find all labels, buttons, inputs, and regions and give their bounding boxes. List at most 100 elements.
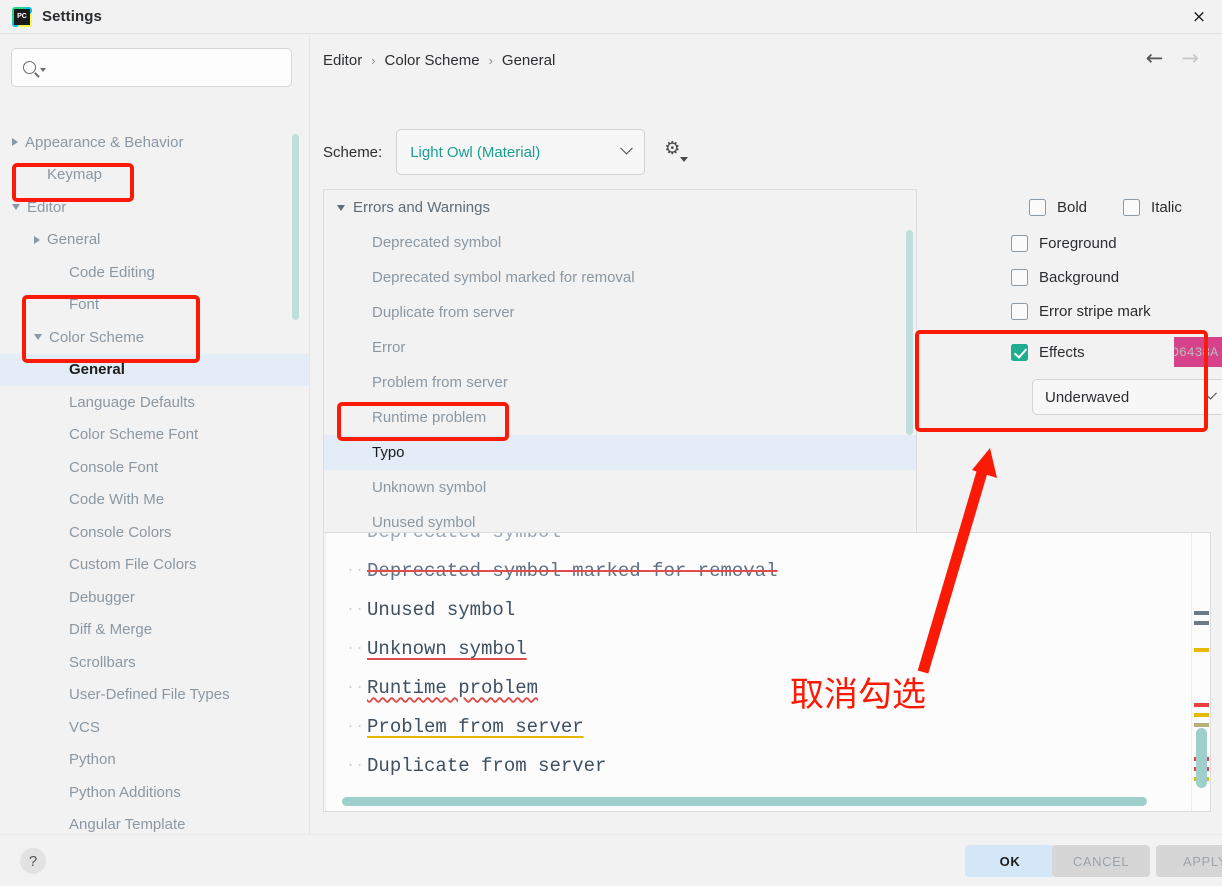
whitespace-dot-icon: ·· [346,562,365,579]
sidebar-item-color-scheme-font[interactable]: Color Scheme Font [0,419,309,452]
scheme-select[interactable]: Light Owl (Material) [396,129,646,175]
attribute-row[interactable]: Problem from server [324,365,916,400]
breadcrumb-item[interactable]: General [502,52,555,69]
search-input[interactable] [52,58,262,77]
error-stripe-marker[interactable] [1194,621,1209,625]
error-stripe-marker[interactable] [1194,713,1209,717]
attribute-row[interactable]: Unknown symbol [324,470,916,505]
attribute-options-panel: Bold Italic Foreground Background Error … [1011,199,1222,415]
preview-line: ·· Runtime problem [324,668,1034,707]
sidebar-item-label: User-Defined File Types [69,686,230,704]
sidebar-item-font[interactable]: Font [0,289,309,322]
sidebar-item-label: Python [69,751,116,769]
chevron-down-icon[interactable] [34,334,42,341]
attribute-label: Unknown symbol [372,479,487,496]
attribute-list-scrollbar-thumb[interactable] [906,230,913,435]
sidebar-item-diff-merge[interactable]: Diff & Merge [0,614,309,647]
settings-tree: Appearance & Behavior Keymap Editor General… [0,126,309,833]
sidebar-item-editor[interactable]: Editor [0,191,309,224]
chevron-right-icon[interactable] [34,235,40,244]
breadcrumb-separator: › [371,53,376,68]
sidebar-item-console-colors[interactable]: Console Colors [0,516,309,549]
effects-type-select[interactable]: Underwaved [1032,379,1222,415]
chevron-down-icon[interactable] [12,204,20,211]
sidebar-item-label: General [69,361,125,379]
color-attributes-list[interactable]: Errors and Warnings Deprecated symbol Depr… [323,189,917,559]
preview-vertical-scrollbar-thumb[interactable] [1196,728,1207,788]
preview-horizontal-scrollbar-thumb[interactable] [342,797,1147,806]
sidebar-item-custom-file-colors[interactable]: Custom File Colors [0,549,309,582]
sidebar-item-label: Angular Template [69,816,186,834]
attribute-label: Duplicate from server [372,304,515,321]
preview-editor[interactable]: ··Deprecated symbol··Deprecated symbol m… [323,532,1211,812]
error-stripe-panel[interactable] [1191,533,1210,811]
foreground-checkbox[interactable] [1011,235,1028,252]
attribute-row[interactable]: Typo [324,435,916,470]
sidebar-item-general[interactable]: General [0,224,309,257]
foreground-option[interactable]: Foreground [1011,235,1222,252]
gear-icon[interactable]: ⚙ [662,139,689,165]
attribute-row[interactable]: Error [324,330,916,365]
pycharm-logo-icon [12,6,32,27]
sidebar-item-angular-template[interactable]: Angular Template [0,809,309,835]
effects-label: Effects [1039,343,1085,361]
effects-color-swatch[interactable]: D6438A [1173,337,1222,367]
sidebar-item-language-defaults[interactable]: Language Defaults [0,386,309,419]
sidebar-item-python-additions[interactable]: Python Additions [0,776,309,809]
sidebar-item-console-font[interactable]: Console Font [0,451,309,484]
sidebar-item-python[interactable]: Python [0,744,309,777]
attribute-row[interactable]: Runtime problem [324,400,916,435]
sidebar-item-general[interactable]: General [0,353,309,386]
error-stripe-marker[interactable] [1194,723,1209,727]
bold-option[interactable]: Bold [1029,199,1087,216]
background-option[interactable]: Background [1011,269,1222,286]
help-button[interactable]: ? [20,848,46,874]
forward-arrow-icon[interactable]: → [1181,48,1199,69]
cancel-button[interactable]: CANCEL [1052,845,1150,877]
search-box[interactable] [11,48,292,87]
sidebar-item-appearance-behavior[interactable]: Appearance & Behavior [0,126,309,159]
sidebar-item-label: Code Editing [69,263,155,281]
sidebar-item-code-editing[interactable]: Code Editing [0,256,309,289]
ok-button[interactable]: OK [965,845,1055,877]
sidebar-scrollbar-thumb[interactable] [292,134,299,320]
apply-button[interactable]: APPLY [1156,845,1222,877]
chevron-down-icon[interactable] [337,204,345,211]
italic-checkbox[interactable] [1123,199,1141,216]
breadcrumb-item[interactable]: Editor [323,52,362,69]
attribute-row[interactable]: Deprecated symbol [324,225,916,260]
italic-option[interactable]: Italic [1123,199,1182,216]
attribute-label: Error [372,339,406,356]
back-arrow-icon[interactable]: ← [1146,48,1164,69]
preview-line-text: Unknown symbol [367,637,527,660]
sidebar-item-color-scheme[interactable]: Color Scheme [0,321,309,354]
sidebar-item-label: Font [69,296,100,314]
breadcrumb-item[interactable]: Color Scheme [385,52,480,69]
sidebar-item-keymap[interactable]: Keymap [0,159,309,192]
error-stripe-marker[interactable] [1194,703,1209,707]
sidebar-item-debugger[interactable]: Debugger [0,581,309,614]
error-stripe-mark-label: Error stripe mark [1039,303,1151,320]
error-stripe-mark-checkbox[interactable] [1011,303,1028,320]
close-icon[interactable]: × [1176,0,1222,33]
sidebar-item-vcs[interactable]: VCS [0,711,309,744]
bold-checkbox[interactable] [1029,199,1046,216]
preview-line: ··Deprecated symbol [324,533,1034,551]
effects-option[interactable]: Effects D6438A [1011,337,1222,367]
background-checkbox[interactable] [1011,269,1028,286]
effects-checkbox[interactable] [1011,343,1028,361]
sidebar-item-label: Editor [27,198,67,216]
attribute-row[interactable]: Duplicate from server [324,295,916,330]
error-stripe-marker[interactable] [1194,611,1209,615]
attribute-group-label: Errors and Warnings [353,199,490,216]
sidebar-item-code-with-me[interactable]: Code With Me [0,484,309,517]
error-stripe-mark-option[interactable]: Error stripe mark [1011,303,1222,320]
error-stripe-marker[interactable] [1194,648,1209,652]
attribute-group-errors-and-warnings[interactable]: Errors and Warnings [324,190,916,225]
sidebar-item-scrollbars[interactable]: Scrollbars [0,646,309,679]
attribute-label: Deprecated symbol marked for removal [372,269,635,286]
chevron-right-icon[interactable] [12,138,18,147]
attribute-row[interactable]: Deprecated symbol marked for removal [324,260,916,295]
whitespace-dot-icon: ·· [346,533,364,540]
sidebar-item-user-defined-file-types[interactable]: User-Defined File Types [0,679,309,712]
